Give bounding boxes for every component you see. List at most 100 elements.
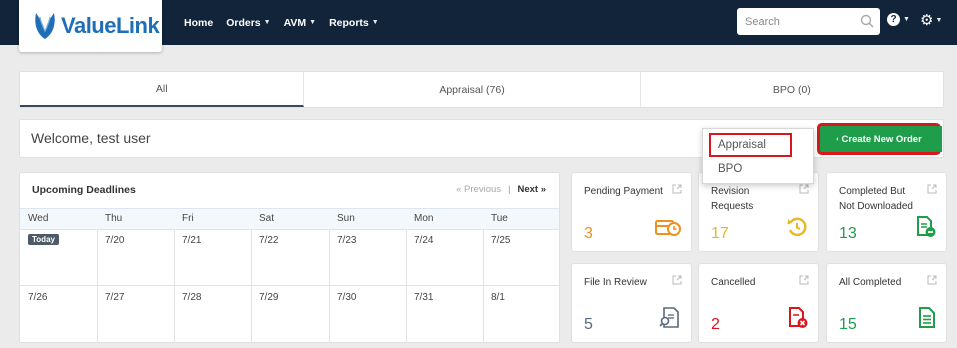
day-header: Sun: [337, 213, 355, 224]
calendar-date[interactable]: 7/31: [414, 292, 433, 303]
card-count: 2: [711, 316, 720, 333]
day-header: Mon: [414, 213, 434, 224]
logo[interactable]: ValueLink: [19, 0, 162, 52]
grid-line: [251, 230, 252, 343]
nav-reports-label: Reports: [329, 16, 369, 29]
today-badge: Today: [28, 234, 59, 245]
nav-orders-label: Orders: [226, 16, 261, 29]
doc-complete-icon: [918, 307, 936, 332]
calendar-date[interactable]: 7/23: [337, 235, 356, 246]
doc-cancel-icon: [788, 307, 808, 332]
grid-line: [97, 230, 98, 343]
card-all-completed[interactable]: All Completed 15: [826, 263, 947, 343]
calendar-date[interactable]: 7/26: [28, 292, 47, 303]
card-label: Pending Payment: [584, 186, 663, 197]
card-count: 15: [839, 316, 857, 333]
nav-avm-label: AVM: [283, 16, 307, 29]
top-navbar: ValueLink Home Orders▼ AVM▼ Reports▼ ? ▼…: [0, 0, 957, 52]
card-cancelled[interactable]: Cancelled 2: [698, 263, 819, 343]
main-nav: Home Orders ▼ AVM ▼ Reports ▼: [184, 0, 379, 45]
day-header: Thu: [105, 213, 123, 224]
calendar-date[interactable]: 7/21: [182, 235, 201, 246]
order-type-tabs: All Appraisal (76) BPO (0): [19, 71, 944, 108]
nav-home-label: Home: [184, 16, 214, 29]
create-new-order-button[interactable]: ‹ Create New Order: [820, 126, 938, 152]
next-link[interactable]: Next »: [517, 184, 546, 195]
search-icon[interactable]: [860, 14, 874, 31]
doc-search-icon: [659, 307, 681, 332]
card-count: 3: [584, 225, 593, 242]
tab-appraisal[interactable]: Appraisal (76): [304, 72, 641, 107]
grid-line: [20, 285, 559, 286]
external-link-icon[interactable]: [927, 275, 937, 288]
chevron-down-icon: ▼: [935, 16, 943, 24]
chevron-down-icon: ▼: [371, 19, 379, 26]
tab-bpo[interactable]: BPO (0): [641, 72, 943, 107]
calendar-date[interactable]: 7/27: [105, 292, 124, 303]
calendar-date[interactable]: 7/20: [105, 235, 124, 246]
calendar-date[interactable]: 7/29: [259, 292, 278, 303]
card-completed-not-downloaded[interactable]: Completed But Not Downloaded 13: [826, 172, 947, 252]
external-link-icon[interactable]: [799, 184, 809, 197]
calendar-date[interactable]: 7/30: [337, 292, 356, 303]
grid-line: [174, 230, 175, 343]
tab-all[interactable]: All: [20, 72, 305, 107]
card-label: Revision Requests: [711, 186, 754, 212]
payment-clock-icon: [655, 218, 681, 241]
chevron-down-icon: ▼: [309, 19, 317, 26]
help-menu[interactable]: ? ▼: [887, 13, 910, 26]
day-header: Fri: [182, 213, 194, 224]
create-order-dropdown: Appraisal BPO: [702, 128, 814, 184]
search-box: [737, 8, 880, 35]
card-label: Completed But Not Downloaded: [839, 186, 913, 212]
search-input[interactable]: [745, 15, 855, 28]
nav-home[interactable]: Home: [184, 17, 213, 29]
panel-title: Upcoming Deadlines: [32, 184, 136, 196]
create-new-order-label: Create New Order: [841, 133, 922, 145]
card-file-in-review[interactable]: File In Review 5: [571, 263, 692, 343]
valuelink-logo-icon: [33, 11, 57, 41]
grid-line: [406, 230, 407, 343]
day-header: Sat: [259, 213, 275, 224]
calendar-date[interactable]: 7/25: [491, 235, 510, 246]
welcome-text: Welcome, test user: [31, 130, 151, 146]
nav-avm[interactable]: AVM ▼: [284, 17, 317, 29]
external-link-icon[interactable]: [927, 184, 937, 197]
day-header: Tue: [491, 213, 508, 224]
calendar-header-row: Wed Thu Fri Sat Sun Mon Tue: [20, 208, 559, 230]
calendar-date[interactable]: 7/28: [182, 292, 201, 303]
gear-icon: ⚙: [920, 12, 934, 29]
previous-link[interactable]: « Previous: [456, 184, 501, 195]
day-header: Wed: [28, 213, 49, 224]
dropdown-item-bpo[interactable]: BPO: [718, 163, 742, 175]
help-icon: ?: [887, 13, 900, 26]
external-link-icon[interactable]: [799, 275, 809, 288]
calendar-date[interactable]: 8/1: [491, 292, 505, 303]
nav-orders[interactable]: Orders ▼: [226, 17, 270, 29]
external-link-icon[interactable]: [672, 184, 682, 197]
nav-separator: |: [508, 184, 511, 195]
chevron-down-icon: ▼: [903, 16, 910, 23]
card-count: 17: [711, 225, 729, 242]
highlight-box: [709, 133, 792, 157]
nav-reports[interactable]: Reports ▼: [329, 17, 379, 29]
card-pending-payment[interactable]: Pending Payment 3: [571, 172, 692, 252]
calendar-grid: Today 7/20 7/21 7/22 7/23 7/24 7/25 7/26…: [20, 230, 559, 343]
upcoming-deadlines-panel: Upcoming Deadlines « Previous | Next » W…: [19, 172, 560, 343]
card-count: 5: [584, 316, 593, 333]
calendar-date[interactable]: 7/22: [259, 235, 278, 246]
external-link-icon[interactable]: [672, 275, 682, 288]
grid-line: [329, 230, 330, 343]
chevron-down-icon: ▼: [263, 19, 271, 26]
card-label: All Completed: [839, 277, 902, 288]
grid-line: [483, 230, 484, 343]
settings-menu[interactable]: ⚙ ▼: [920, 11, 942, 29]
card-revision-requests[interactable]: Revision Requests 17: [698, 172, 819, 252]
revision-arrow-icon: [786, 216, 808, 241]
card-label: File In Review: [584, 277, 647, 288]
card-label: Cancelled: [711, 277, 756, 288]
calendar-date[interactable]: 7/24: [414, 235, 433, 246]
calendar-nav: « Previous | Next »: [456, 184, 546, 195]
create-button-edge: [938, 126, 942, 152]
plus-icon: ‹: [836, 135, 839, 143]
